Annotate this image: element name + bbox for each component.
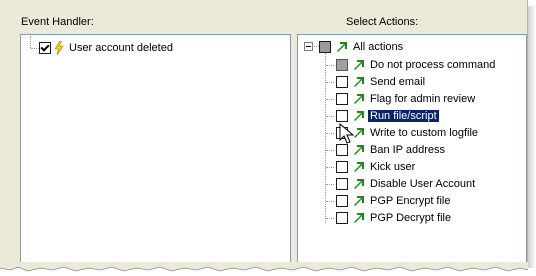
event-handler-tree[interactable]: User account deleted — [20, 34, 291, 268]
action-item-selected[interactable]: Run file/script — [336, 108, 439, 124]
action-label: Disable User Account — [370, 178, 476, 190]
actions-root-label: All actions — [353, 41, 404, 53]
green-arrow-icon — [354, 179, 364, 189]
action-label: Write to custom logfile — [370, 127, 479, 139]
actions-root-item[interactable]: All actions — [319, 39, 403, 55]
green-arrow-icon — [337, 42, 347, 52]
tree-line — [326, 167, 334, 168]
tree-line — [326, 218, 334, 219]
green-arrow-icon — [354, 145, 364, 155]
event-checkbox[interactable] — [39, 42, 51, 54]
select-actions-label: Select Actions: — [346, 16, 419, 28]
action-item[interactable]: Send email — [336, 74, 425, 90]
tree-line — [326, 150, 334, 151]
action-label: Send email — [370, 76, 426, 88]
tree-line — [326, 65, 334, 66]
action-checkbox[interactable] — [336, 178, 348, 190]
action-checkbox[interactable] — [336, 161, 348, 173]
tree-line — [326, 133, 334, 134]
event-handler-label: Event Handler: — [21, 16, 94, 28]
action-checkbox[interactable] — [336, 212, 348, 224]
green-arrow-icon — [354, 196, 364, 206]
green-arrow-icon — [354, 77, 364, 87]
green-arrow-icon — [354, 94, 364, 104]
lightning-bolt-icon — [54, 41, 64, 55]
collapse-toggle-icon[interactable] — [304, 42, 313, 51]
torn-edge — [0, 262, 529, 272]
action-checkbox[interactable] — [336, 93, 348, 105]
action-label: Flag for admin review — [370, 93, 476, 105]
action-label: Run file/script — [368, 110, 439, 122]
action-checkbox[interactable] — [336, 144, 348, 156]
root-checkbox[interactable] — [319, 41, 331, 53]
tree-line — [326, 184, 334, 185]
drop-shadow — [528, 6, 536, 268]
tree-line — [31, 48, 39, 49]
action-item[interactable]: Do not process command — [336, 57, 495, 73]
action-label: Do not process command — [370, 59, 496, 71]
tree-line — [326, 116, 334, 117]
event-item-user-account-deleted[interactable]: User account deleted — [39, 40, 173, 56]
dialog-frame: Event Handler: Select Actions: User acco… — [0, 0, 528, 268]
action-checkbox[interactable] — [336, 195, 348, 207]
mouse-pointer-icon — [339, 123, 355, 144]
action-item[interactable]: Kick user — [336, 159, 415, 175]
action-label: Kick user — [370, 161, 416, 173]
green-arrow-icon — [354, 111, 364, 121]
green-arrow-icon — [354, 162, 364, 172]
tree-line — [30, 36, 31, 48]
action-checkbox[interactable] — [336, 76, 348, 88]
action-item[interactable]: PGP Encrypt file — [336, 193, 451, 209]
action-item[interactable]: Disable User Account — [336, 176, 475, 192]
tree-line — [325, 53, 326, 223]
tree-line — [326, 201, 334, 202]
action-label: PGP Encrypt file — [370, 195, 451, 207]
actions-tree[interactable]: All actions Do not process command Send … — [297, 34, 527, 268]
green-arrow-icon — [354, 60, 364, 70]
action-label: PGP Decrypt file — [370, 212, 452, 224]
event-item-label: User account deleted — [69, 42, 173, 54]
action-checkbox[interactable] — [336, 110, 348, 122]
action-item[interactable]: Flag for admin review — [336, 91, 475, 107]
action-item[interactable]: PGP Decrypt file — [336, 210, 451, 226]
green-arrow-icon — [354, 213, 364, 223]
tree-line — [326, 99, 334, 100]
tree-line — [326, 82, 334, 83]
action-label: Ban IP address — [370, 144, 446, 156]
action-checkbox — [336, 59, 348, 71]
action-item[interactable]: Write to custom logfile — [336, 125, 478, 141]
